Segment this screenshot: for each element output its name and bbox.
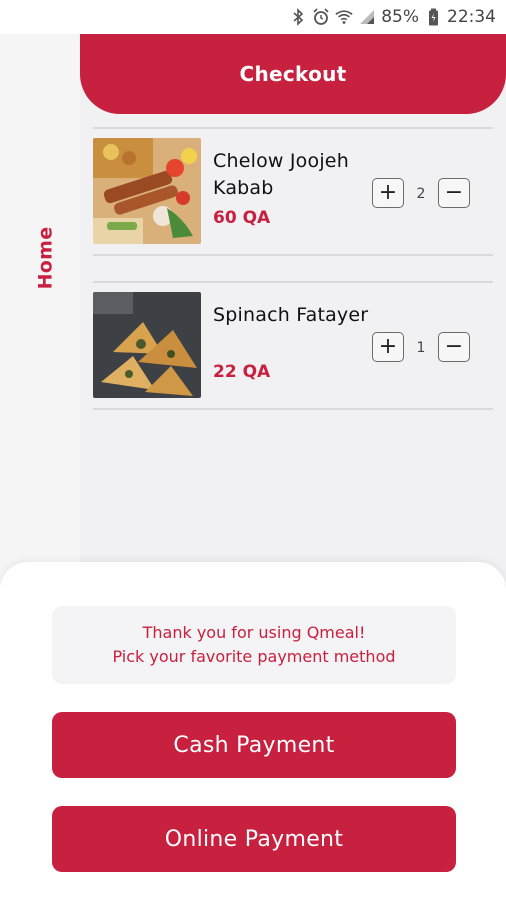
- divider: [93, 281, 493, 283]
- battery-icon: [424, 8, 442, 26]
- item-price: 60 QA: [213, 208, 271, 228]
- increase-quantity-button[interactable]: +: [372, 178, 404, 208]
- bluetooth-icon: [289, 8, 307, 26]
- minus-icon: −: [444, 334, 464, 359]
- signal-icon: [358, 8, 376, 26]
- clock: 22:34: [447, 7, 496, 27]
- alarm-icon: [312, 8, 330, 26]
- cart-item: Chelow Joojeh Kabab 60 QA + 2 −: [93, 138, 493, 248]
- checkout-header: Checkout: [80, 34, 506, 114]
- kabab-photo: [93, 138, 201, 244]
- item-quantity: 1: [416, 340, 426, 356]
- message-line-2: Pick your favorite payment method: [112, 647, 396, 666]
- payment-sheet: Thank you for using Qmeal! Pick your fav…: [0, 562, 506, 900]
- item-price: 22 QA: [213, 362, 271, 382]
- item-quantity: 2: [416, 186, 426, 202]
- cart-item: Spinach Fatayer 22 QA + 1 −: [93, 292, 493, 402]
- message-line-1: Thank you for using Qmeal!: [142, 623, 366, 642]
- page-title: Checkout: [239, 62, 347, 86]
- status-bar: 85% 22:34: [0, 0, 506, 34]
- cash-payment-button[interactable]: Cash Payment: [52, 712, 456, 778]
- battery-percent: 85%: [381, 7, 419, 27]
- side-nav: [0, 34, 80, 594]
- online-payment-button[interactable]: Online Payment: [52, 806, 456, 872]
- increase-quantity-button[interactable]: +: [372, 332, 404, 362]
- item-name: Spinach Fatayer: [213, 304, 369, 326]
- item-name: Chelow Joojeh Kabab: [213, 150, 349, 199]
- thank-you-message: Thank you for using Qmeal! Pick your fav…: [52, 606, 456, 684]
- decrease-quantity-button[interactable]: −: [438, 178, 470, 208]
- decrease-quantity-button[interactable]: −: [438, 332, 470, 362]
- nav-home-tab[interactable]: Home: [30, 218, 60, 298]
- online-payment-label: Online Payment: [164, 826, 344, 852]
- nav-home-label: Home: [34, 226, 56, 290]
- plus-icon: +: [378, 180, 398, 205]
- minus-icon: −: [444, 180, 464, 205]
- plus-icon: +: [378, 334, 398, 359]
- wifi-icon: [335, 8, 353, 26]
- fatayer-photo: [93, 292, 201, 398]
- cash-payment-label: Cash Payment: [173, 732, 335, 758]
- divider: [93, 408, 493, 410]
- divider: [93, 127, 493, 129]
- divider: [93, 254, 493, 256]
